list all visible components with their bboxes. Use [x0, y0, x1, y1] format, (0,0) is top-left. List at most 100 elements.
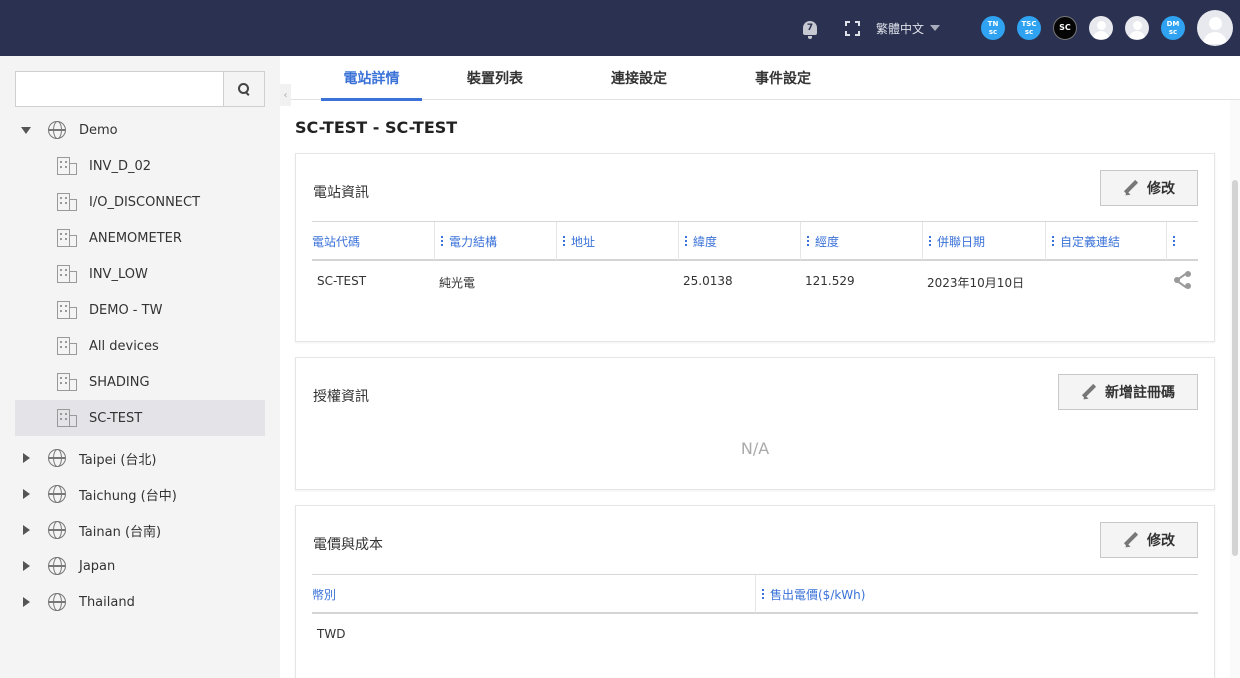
caret-right-icon[interactable]	[23, 597, 30, 607]
tree-item[interactable]: I/O_DISCONNECT	[15, 184, 265, 220]
column-header[interactable]: 併聯日期	[922, 222, 1045, 260]
column-menu-icon[interactable]	[441, 236, 443, 246]
tree-item-selected[interactable]: SC-TEST	[15, 400, 265, 436]
language-selector[interactable]: 繁體中文	[876, 0, 946, 56]
edit-pricing-button[interactable]: 修改	[1100, 522, 1198, 558]
avatar-tsc[interactable]: TSC sc	[1017, 16, 1041, 40]
top-bar: 7 繁體中文 TN sc TSC sc SC DM sc	[0, 0, 1240, 56]
avatar-sublabel: sc	[1024, 28, 1034, 36]
search-input[interactable]	[15, 71, 224, 107]
avatar-dm[interactable]: DM sc	[1161, 16, 1185, 40]
column-header[interactable]: 電力結構	[434, 222, 556, 260]
tree-item[interactable]: INV_LOW	[15, 256, 265, 292]
tree-item-label: INV_D_02	[89, 158, 152, 174]
cell-power-structure: 純光電	[439, 276, 476, 290]
tree-group-label: Demo	[79, 122, 118, 138]
share-icon[interactable]	[1173, 270, 1193, 290]
account-avatar-icon[interactable]	[1197, 10, 1233, 46]
globe-icon	[48, 485, 66, 503]
language-label: 繁體中文	[876, 21, 925, 36]
column-header[interactable]: 售出電價($/kWh)	[755, 575, 1198, 613]
column-label: 自定義連結	[1060, 234, 1121, 249]
tree-group-thailand[interactable]: Thailand	[15, 584, 265, 620]
tab-device-list[interactable]: 裝置列表	[450, 56, 540, 100]
scrollbar-thumb[interactable]	[1232, 180, 1238, 556]
column-label: 售出電價($/kWh)	[770, 587, 866, 602]
search-icon	[238, 83, 250, 95]
scrollbar[interactable]	[1230, 100, 1240, 678]
edit-station-button[interactable]: 修改	[1100, 170, 1198, 206]
tree-group-label: Thailand	[79, 594, 135, 610]
station-info-title: 電站資訊	[313, 185, 369, 201]
caret-right-icon[interactable]	[23, 525, 30, 535]
tree-group-taipei[interactable]: Taipei (台北)	[15, 440, 265, 476]
user-avatar-icon[interactable]	[1125, 16, 1149, 40]
tab-station-details[interactable]: 電站詳情	[321, 56, 422, 101]
avatar-sc[interactable]: SC	[1053, 16, 1077, 40]
column-header[interactable]: 自定義連結	[1045, 222, 1166, 260]
fullscreen-icon[interactable]	[843, 0, 861, 56]
tree-group-label: Taipei (台北)	[79, 452, 157, 468]
notification-bell-icon[interactable]: 7	[800, 0, 820, 56]
tree-item[interactable]: ANEMOMETER	[15, 220, 265, 256]
building-icon	[57, 157, 77, 175]
caret-right-icon[interactable]	[23, 561, 30, 571]
globe-icon	[48, 557, 66, 575]
tree-item[interactable]: All devices	[15, 328, 265, 364]
collapse-sidebar-icon[interactable]: ‹	[280, 84, 291, 106]
tree-item-label: DEMO - TW	[89, 302, 163, 318]
tree-group-label: Taichung (台中)	[79, 488, 177, 504]
column-header[interactable]: 電站代碼	[312, 222, 434, 260]
tree-group-taichung[interactable]: Taichung (台中)	[15, 476, 265, 512]
chevron-down-icon	[930, 25, 941, 31]
column-label: 經度	[815, 234, 840, 249]
cell-currency: TWD	[317, 627, 346, 641]
tree-item[interactable]: DEMO - TW	[15, 292, 265, 328]
column-header[interactable]	[1166, 222, 1198, 260]
globe-icon	[48, 593, 66, 611]
tree-item-label: All devices	[89, 338, 159, 354]
cell-longitude: 121.529	[805, 274, 855, 288]
tree-group-label: Japan	[79, 558, 116, 574]
search-button[interactable]	[223, 71, 265, 107]
user-avatar-icon[interactable]	[1089, 16, 1113, 40]
column-menu-icon[interactable]	[1052, 236, 1054, 246]
tab-bar: 電站詳情 裝置列表 連接設定 事件設定	[280, 56, 1240, 101]
column-header[interactable]: 地址	[556, 222, 678, 260]
building-icon	[57, 265, 77, 283]
column-menu-icon[interactable]	[685, 236, 687, 246]
column-menu-icon[interactable]	[807, 236, 809, 246]
column-label: 緯度	[693, 234, 718, 249]
tree-item-label: ANEMOMETER	[89, 230, 182, 246]
pricing-table-header: 幣別 售出電價($/kWh)	[312, 574, 1198, 614]
column-menu-icon[interactable]	[563, 236, 565, 246]
caret-down-icon[interactable]	[21, 126, 31, 134]
edit-label: 修改	[1147, 181, 1175, 197]
tree-group-demo[interactable]: Demo	[15, 112, 265, 148]
column-menu-icon[interactable]	[1173, 236, 1175, 246]
avatar-label: TSC	[1021, 20, 1037, 28]
tree-group-label: Tainan (台南)	[79, 524, 162, 540]
building-icon	[57, 193, 77, 211]
globe-icon	[48, 521, 66, 539]
caret-right-icon[interactable]	[23, 489, 30, 499]
avatar-label: DM	[1166, 20, 1180, 28]
column-header[interactable]: 幣別	[312, 575, 755, 613]
column-menu-icon[interactable]	[762, 589, 764, 599]
column-header[interactable]: 經度	[800, 222, 922, 260]
tree-item[interactable]: INV_D_02	[15, 148, 265, 184]
tab-connection-settings[interactable]: 連接設定	[594, 56, 684, 100]
pricing-card: 電價與成本 修改 幣別 售出電價($/kWh) TWD	[295, 505, 1215, 678]
column-menu-icon[interactable]	[929, 236, 931, 246]
tab-event-settings[interactable]: 事件設定	[738, 56, 828, 100]
tree-group-japan[interactable]: Japan	[15, 548, 265, 584]
license-info-title: 授權資訊	[313, 389, 369, 405]
tree-group-tainan[interactable]: Tainan (台南)	[15, 512, 265, 548]
caret-right-icon[interactable]	[23, 453, 30, 463]
avatar-sublabel: sc	[988, 28, 998, 36]
avatar-tn[interactable]: TN sc	[981, 16, 1005, 40]
cell-latitude: 25.0138	[683, 274, 733, 288]
column-header[interactable]: 緯度	[678, 222, 800, 260]
tree-item[interactable]: SHADING	[15, 364, 265, 400]
add-registration-code-button[interactable]: 新增註冊碼	[1058, 374, 1198, 410]
